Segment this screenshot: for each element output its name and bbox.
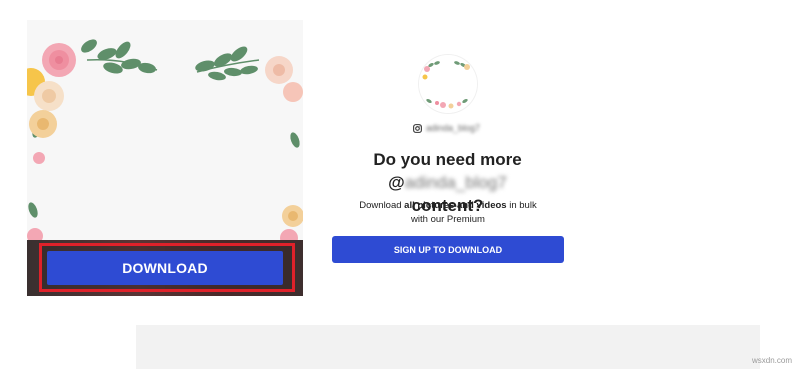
profile-handle-row: adinda_blog7 bbox=[413, 121, 503, 135]
description-bold: all pictures and videos bbox=[404, 200, 507, 211]
description-line2: with our Premium bbox=[411, 214, 485, 225]
description-text-end: in bulk bbox=[506, 200, 537, 211]
avatar bbox=[419, 55, 477, 113]
headline-handle: adinda_blog7 bbox=[404, 173, 507, 192]
floral-avatar-image bbox=[419, 55, 477, 113]
content-panel bbox=[136, 325, 760, 369]
instagram-icon bbox=[413, 123, 422, 133]
download-button[interactable]: DOWNLOAD bbox=[47, 251, 283, 285]
profile-handle: adinda_blog7 bbox=[426, 123, 481, 133]
sign-up-to-download-button[interactable]: SIGN UP TO DOWNLOAD bbox=[332, 236, 564, 263]
premium-description: Download all pictures and videos in bulk… bbox=[330, 199, 566, 227]
watermark: wsxdn.com bbox=[751, 356, 792, 365]
description-text-start: Download bbox=[359, 200, 405, 211]
